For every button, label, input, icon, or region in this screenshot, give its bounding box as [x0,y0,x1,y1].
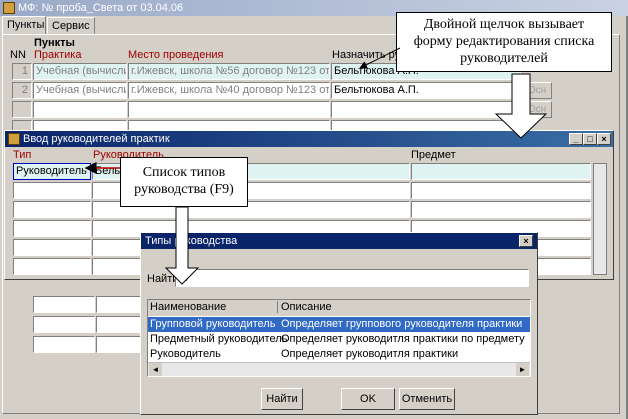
row-lower-2-a[interactable] [33,316,95,333]
scroll-right-icon[interactable]: ► [516,363,529,376]
list-item-name: Предметный руководитель [150,333,288,345]
leaders-row2-type[interactable] [13,182,91,199]
col-desc-header[interactable]: Описание [281,301,332,313]
col-nn-header: NN [10,49,26,61]
leaders-row5-type[interactable] [13,239,91,256]
list-item-name: Руководитель [150,348,221,360]
row3-practice[interactable] [33,101,127,118]
section-title: Пункты [34,37,75,49]
tab-punkty-label: Пункты [7,19,45,31]
form-icon [8,133,20,145]
close-icon[interactable]: × [597,133,611,145]
tab-punkty[interactable]: Пункты [2,16,46,35]
list-item[interactable]: Руководитель Определяет руководитля практ… [148,347,530,362]
row1-practice[interactable]: Учебная (вычислит [33,63,127,80]
leaders-row2-subject[interactable] [411,182,591,199]
row-lower-3-a[interactable] [33,336,95,353]
types-dialog: Типы руководства × Найти Наименование Оп… [140,232,538,415]
tab-servis-label: Сервис [52,20,90,32]
row-lower-1-b[interactable] [96,296,146,313]
app-icon [3,2,15,14]
find-label: Найти [147,273,179,285]
dialog-close-icon[interactable]: × [519,235,533,247]
list-item-desc: Определяет руководитля практики по предм… [281,333,525,345]
col-name-header[interactable]: Наименование [150,301,278,313]
minimize-icon[interactable]: _ [569,133,583,145]
leaders-row6-type[interactable] [13,258,91,275]
scroll-left-icon[interactable]: ◄ [149,363,162,376]
leaders-form-title: Ввод руководителей практик [23,133,170,145]
leaders-scrollbar[interactable] [593,163,607,275]
row3-leader[interactable] [331,101,521,118]
list-item[interactable]: Групповой руководитель Определяет группов… [148,317,530,332]
list-item-desc: Определяет группового руководителя практ… [281,318,523,330]
types-list-header: Наименование Описание [148,300,530,316]
row2-osn-button[interactable]: Осн [522,82,552,99]
types-dialog-titlebar: Типы руководства × [141,233,537,249]
ok-button[interactable]: OK [341,388,395,410]
leaders-row1-type[interactable]: Руководитель [13,163,91,180]
find-button[interactable]: Найти [261,388,303,410]
list-item-name: Групповой руководитель [150,318,276,330]
find-input[interactable] [175,269,529,287]
cancel-button[interactable]: Отменить [399,388,455,410]
row1-place[interactable]: г.Ижевск, школа №56 договор №123 от: [128,63,330,80]
tab-servis[interactable]: Сервис [47,17,95,34]
callout-double-click: Двойной щелчок вызывает форму редактиров… [396,12,612,72]
main-window-title: МФ: № проба_Света от 03.04.06 [18,2,184,14]
row3-place[interactable] [128,101,330,118]
row3-osn-button[interactable]: Осн [522,101,552,118]
row-lower-1-a[interactable] [33,296,95,313]
maximize-icon[interactable]: □ [583,133,597,145]
row3-nn [12,101,32,118]
leaders-row4-type[interactable] [13,220,91,237]
row2-nn: 2 [12,82,32,99]
col-type-header: Тип [13,149,32,161]
leaders-row3-subject[interactable] [411,201,591,218]
leaders-row1-subject[interactable] [411,163,591,180]
list-item[interactable]: Предметный руководительОпределяет руково… [148,332,530,347]
col-place-header: Место проведения [128,49,224,61]
types-dialog-title: Типы руководства [145,235,238,247]
leaders-row3-type[interactable] [13,201,91,218]
types-list-hscrollbar[interactable]: ◄ ► [148,362,530,376]
row2-place[interactable]: г.Ижевск, школа №40 договор №123 от: [128,82,330,99]
row2-leader[interactable]: Бельтюкова А.П. [331,82,521,99]
row-lower-2-b[interactable] [96,316,146,333]
col-practice-header: Практика [34,49,82,61]
row-lower-3-b[interactable] [96,336,146,353]
list-item-desc: Определяет руководитля практики [281,348,459,360]
types-list[interactable]: Наименование Описание Групповой руководи… [147,299,531,377]
col-subject-header: Предмет [411,149,456,161]
callout-types-list: Список типов руководства (F9) [120,157,248,207]
leaders-form-titlebar: Ввод руководителей практик _ □ × [5,131,613,147]
row1-nn: 1 [12,63,32,80]
row2-practice[interactable]: Учебная (вычислит [33,82,127,99]
